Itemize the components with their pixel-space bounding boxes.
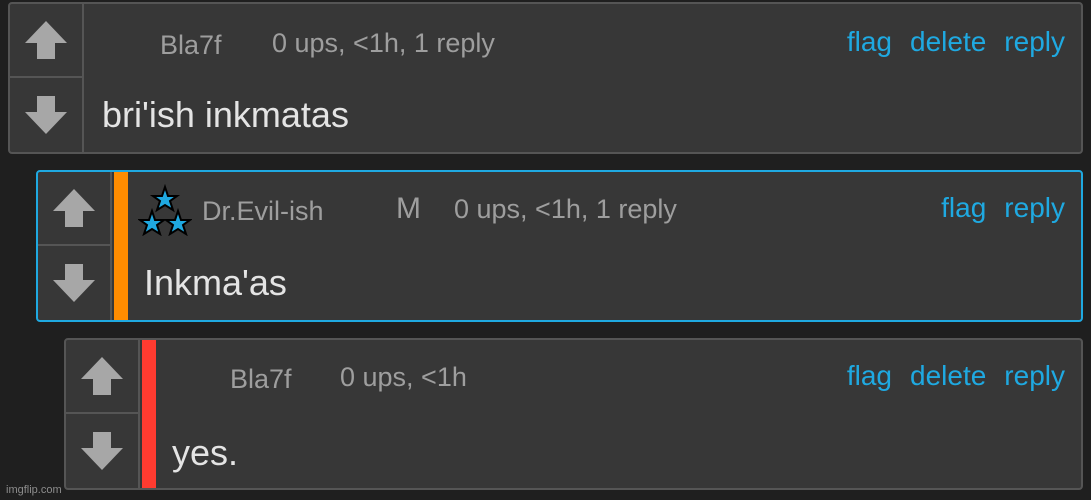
downvote-button[interactable] xyxy=(38,246,110,320)
delete-link[interactable]: delete xyxy=(910,26,986,58)
comment-actions: flag delete reply xyxy=(847,26,1065,58)
arrow-up-icon xyxy=(25,21,67,59)
reply-link[interactable]: reply xyxy=(1004,192,1065,224)
arrow-up-icon xyxy=(81,357,123,395)
vote-column xyxy=(10,4,84,152)
downvote-button[interactable] xyxy=(66,414,138,488)
downvote-button[interactable] xyxy=(10,78,82,152)
arrow-down-icon xyxy=(53,264,95,302)
flag-link[interactable]: flag xyxy=(847,360,892,392)
comment-meta: 0 ups, <1h, 1 reply xyxy=(454,194,677,224)
vote-column xyxy=(38,172,112,320)
arrow-down-icon xyxy=(81,432,123,470)
reply-depth-bar xyxy=(114,172,128,320)
moderator-badge: M xyxy=(396,192,421,225)
upvote-button[interactable] xyxy=(38,172,110,246)
reply-link[interactable]: reply xyxy=(1004,26,1065,58)
comment-actions: flag delete reply xyxy=(847,360,1065,392)
username[interactable]: Bla7f xyxy=(230,364,292,395)
stars-badge-icon xyxy=(138,184,192,236)
comment-actions: flag reply xyxy=(941,192,1065,224)
comment-text: Inkma'as xyxy=(144,262,287,303)
comment-meta: 0 ups, <1h, 1 reply xyxy=(272,28,495,58)
arrow-up-icon xyxy=(53,189,95,227)
flag-link[interactable]: flag xyxy=(847,26,892,58)
reply-depth-bar xyxy=(142,340,156,488)
vote-column xyxy=(66,340,140,488)
comment-meta: 0 ups, <1h xyxy=(340,362,467,392)
username[interactable]: Bla7f xyxy=(160,30,222,61)
delete-link[interactable]: delete xyxy=(910,360,986,392)
arrow-down-icon xyxy=(25,96,67,134)
comment-3: Bla7f 0 ups, <1h flag delete reply yes. xyxy=(64,338,1083,490)
comment-text: bri'ish inkmatas xyxy=(102,94,349,135)
upvote-button[interactable] xyxy=(10,4,82,78)
watermark: imgflip.com xyxy=(6,484,62,496)
comment-1: Bla7f 0 ups, <1h, 1 reply flag delete re… xyxy=(8,2,1083,154)
upvote-button[interactable] xyxy=(66,340,138,414)
comment-2: Dr.Evil-ish M 0 ups, <1h, 1 reply flag r… xyxy=(36,170,1083,322)
flag-link[interactable]: flag xyxy=(941,192,986,224)
username[interactable]: Dr.Evil-ish xyxy=(202,196,324,227)
reply-link[interactable]: reply xyxy=(1004,360,1065,392)
comment-text: yes. xyxy=(172,432,239,473)
